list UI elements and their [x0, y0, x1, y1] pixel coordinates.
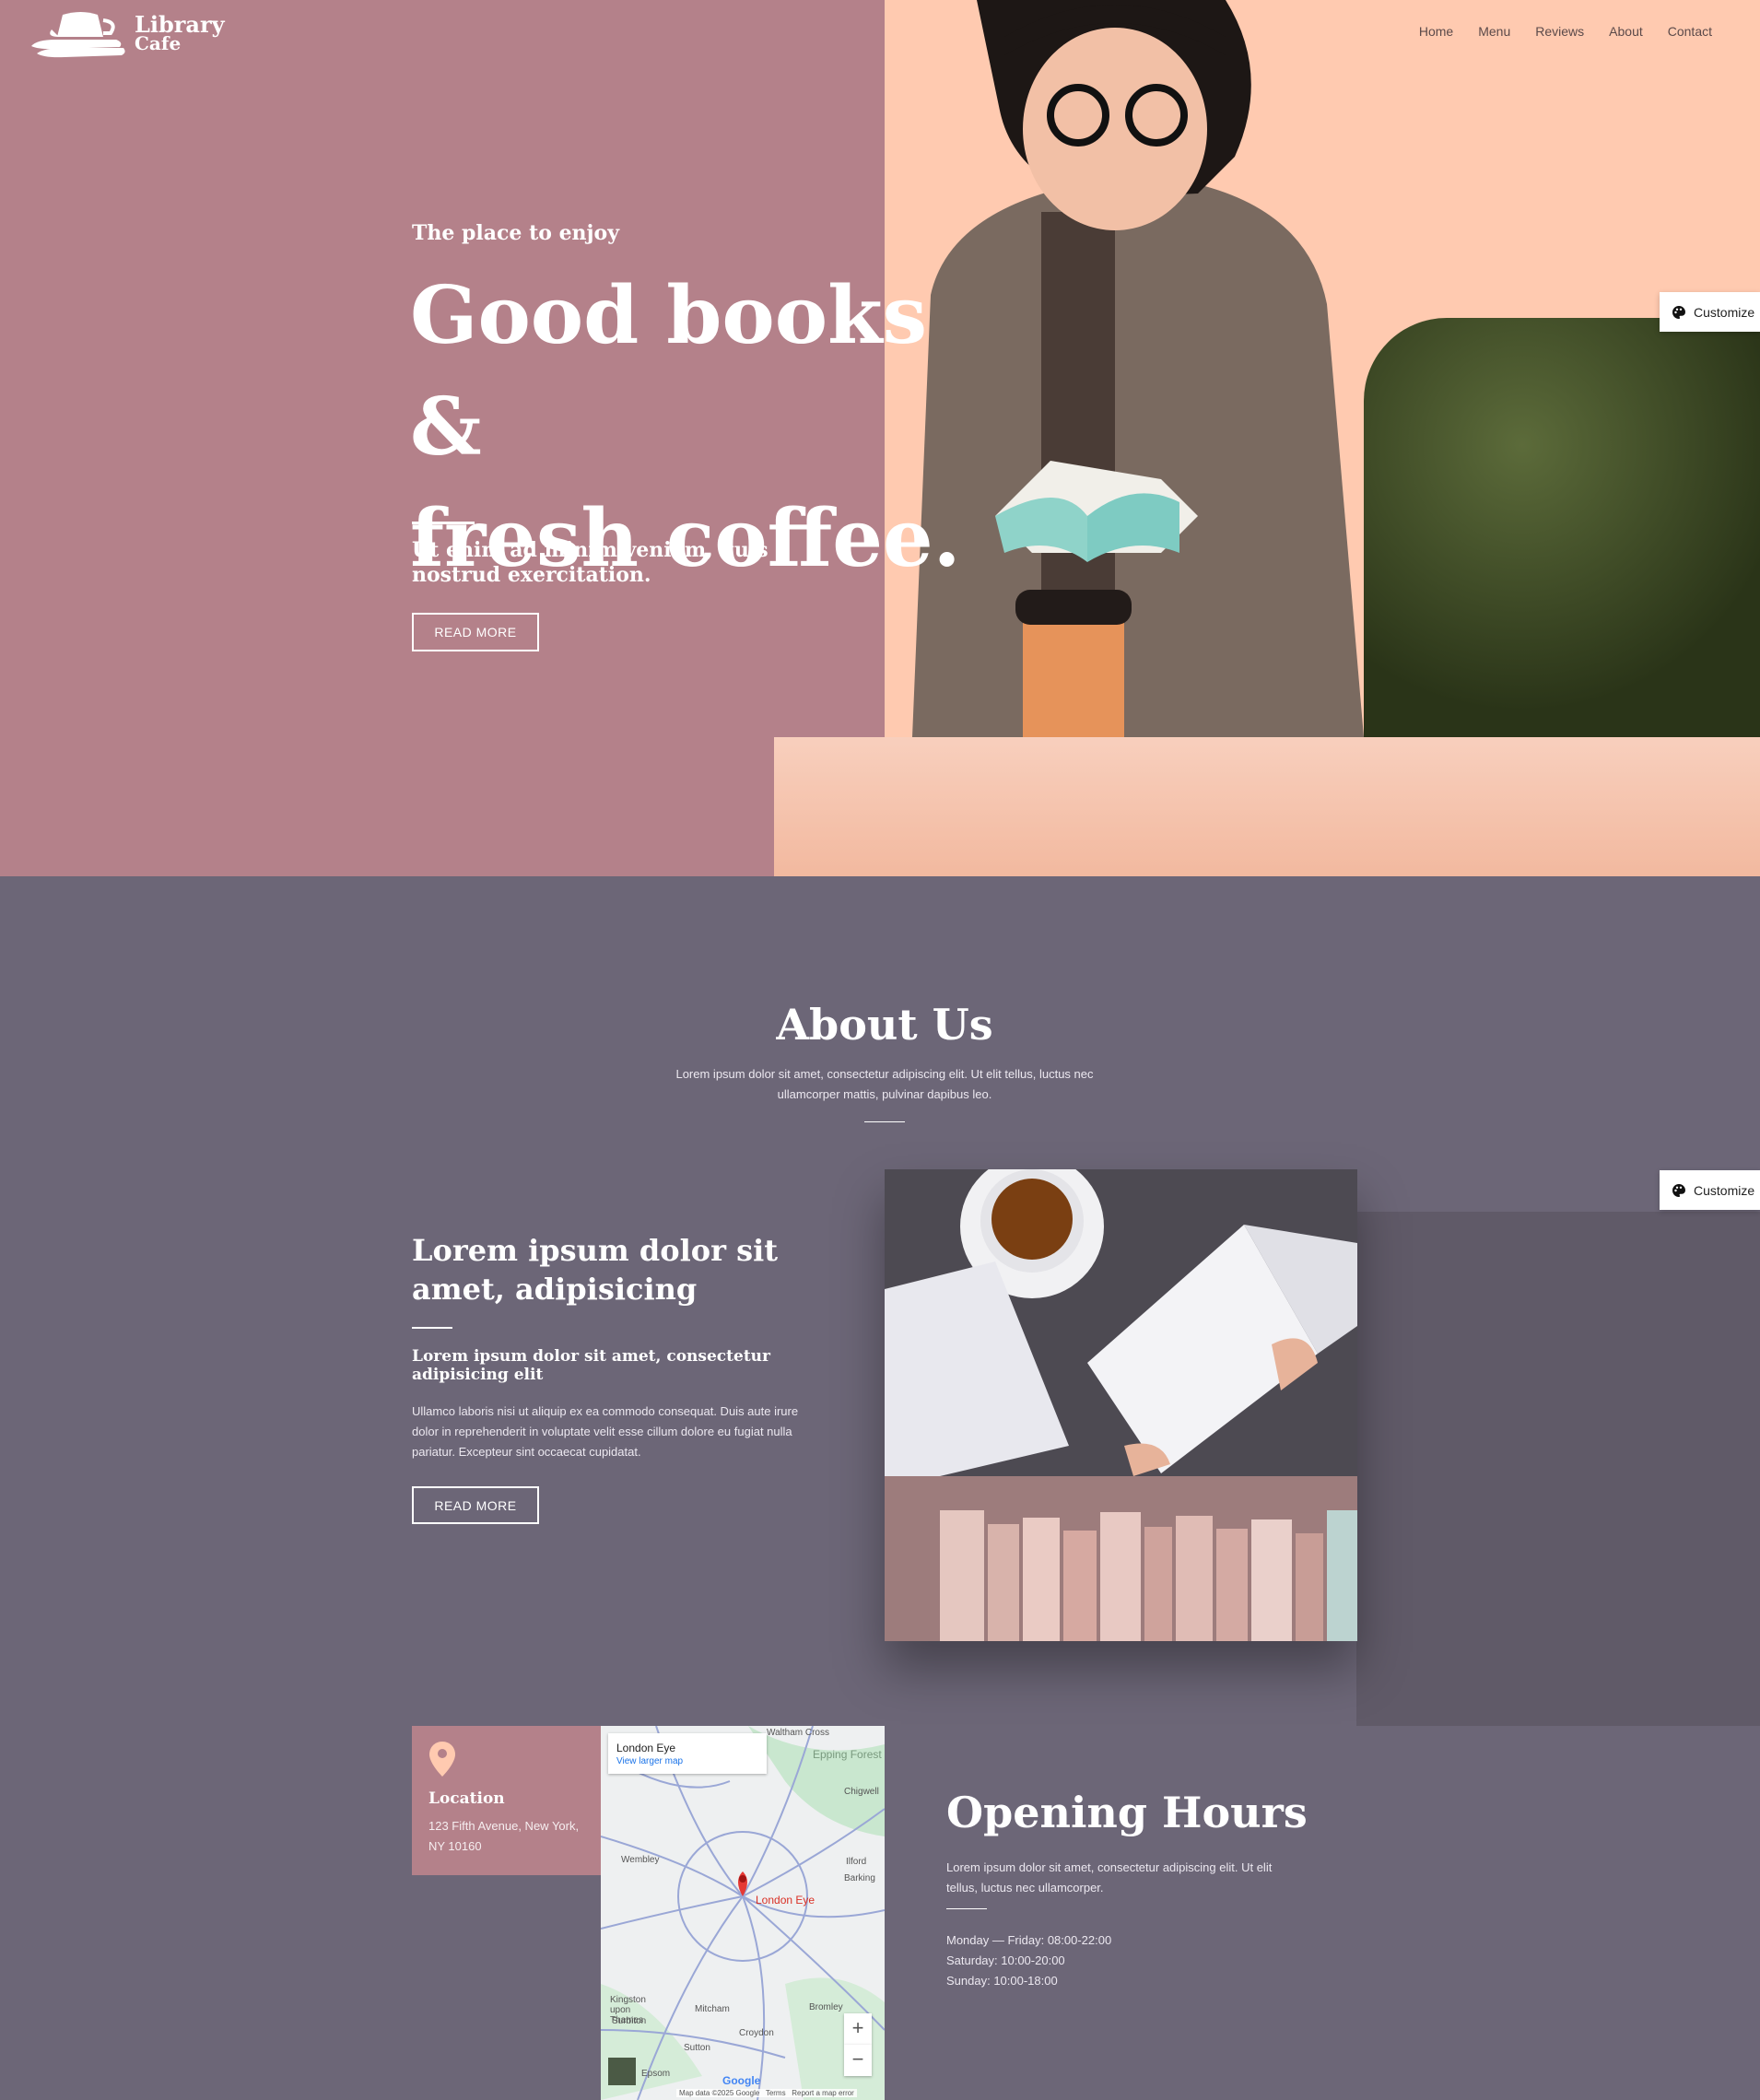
customize-button[interactable]: Customize: [1660, 292, 1760, 332]
about-title: About Us: [776, 1000, 993, 1050]
opening-hours-title: Opening Hours: [946, 1788, 1308, 1837]
customize-button-secondary[interactable]: Customize: [1660, 1170, 1760, 1210]
map-larger-link[interactable]: View larger map: [616, 1756, 683, 1766]
hours-weekday: Monday — Friday: 08:00-22:00: [946, 1933, 1112, 1947]
map-zoom-in-button[interactable]: +: [844, 2013, 872, 2045]
location-pin-icon: [429, 1742, 455, 1777]
books-and-tea-illustration: [885, 1169, 1357, 1641]
hours-sunday: Sunday: 10:00-18:00: [946, 1974, 1058, 1988]
hero-read-more-button[interactable]: READ MORE: [412, 613, 539, 651]
map-label: Epsom: [641, 2069, 671, 2079]
about-read-more-button[interactable]: READ MORE: [412, 1486, 539, 1524]
map-place-name: London Eye: [616, 1742, 676, 1754]
map-label: Wembley: [621, 1855, 660, 1865]
map-label: Surbiton: [612, 2016, 647, 2026]
about-backdrop-panel: [1356, 1212, 1760, 1726]
map-label: Bromley: [809, 2002, 843, 2012]
google-logo: Google: [722, 2074, 761, 2087]
location-title: Location: [428, 1789, 505, 1808]
opening-hours-divider: [946, 1908, 987, 1909]
map-label: Chigwell: [844, 1787, 879, 1797]
map-label: Barking: [844, 1873, 875, 1883]
brand-logo[interactable]: Library Cafe: [28, 9, 225, 59]
table-graphic: [774, 737, 1760, 876]
map-zoom-out-button[interactable]: −: [844, 2045, 872, 2076]
nav-reviews[interactable]: Reviews: [1535, 24, 1584, 39]
main-nav: Home Menu Reviews About Contact: [1419, 24, 1712, 39]
map-pin-label: London Eye: [756, 1894, 815, 1906]
hero-title-line-1: Good books &: [410, 269, 928, 474]
map-attribution[interactable]: Map data ©2025 Google Terms Report a map…: [676, 2089, 857, 2097]
nav-contact[interactable]: Contact: [1668, 24, 1712, 39]
location-card: Location 123 Fifth Avenue, New York, NY …: [412, 1726, 601, 1875]
palette-icon: [1672, 305, 1685, 319]
about-description: Lorem ipsum dolor sit amet, consectetur …: [675, 1067, 1094, 1101]
map-roads-graphic: [601, 1726, 885, 2100]
customize-label: Customize: [1694, 304, 1755, 320]
palette-icon: [1672, 1183, 1685, 1197]
hero-section: Library Cafe Home Menu Reviews About Con…: [0, 0, 1760, 876]
location-address: 123 Fifth Avenue, New York, NY 10160: [428, 1819, 580, 1853]
map-label: Mitcham: [695, 2004, 730, 2014]
nav-menu[interactable]: Menu: [1478, 24, 1510, 39]
brand-name: Library: [135, 11, 225, 38]
embedded-map[interactable]: London Eye View larger map London Eye Wa…: [601, 1726, 885, 2100]
map-label: Epping Forest: [813, 1748, 882, 1761]
opening-hours-description: Lorem ipsum dolor sit amet, consectetur …: [946, 1860, 1273, 1895]
about-body-text: Ullamco laboris nisi ut aliquip ex ea co…: [412, 1404, 799, 1459]
map-place-card: London Eye View larger map: [608, 1733, 767, 1774]
about-heading-divider: [412, 1327, 452, 1329]
hero-divider: [412, 522, 475, 524]
map-label: Croydon: [739, 2028, 774, 2038]
map-label: Waltham Cross: [767, 1728, 829, 1738]
nav-home[interactable]: Home: [1419, 24, 1453, 39]
about-heading: Lorem ipsum dolor sit amet, adipisicing: [412, 1233, 779, 1307]
customize-label: Customize: [1694, 1182, 1755, 1198]
hours-saturday: Saturday: 10:00-20:00: [946, 1953, 1065, 1967]
about-books-image: [885, 1169, 1357, 1641]
about-divider: [864, 1121, 905, 1122]
hero-pretitle: The place to enjoy: [412, 221, 619, 245]
nav-about[interactable]: About: [1609, 24, 1643, 39]
hero-subtitle: Ut enim ad minim veniam, quis nostrud ex…: [412, 538, 769, 587]
map-label: Ilford: [846, 1857, 867, 1867]
about-subheading: Lorem ipsum dolor sit amet, consectetur …: [412, 1347, 770, 1384]
book-stack-cup-icon: [31, 12, 125, 58]
map-label: Sutton: [684, 2043, 710, 2053]
